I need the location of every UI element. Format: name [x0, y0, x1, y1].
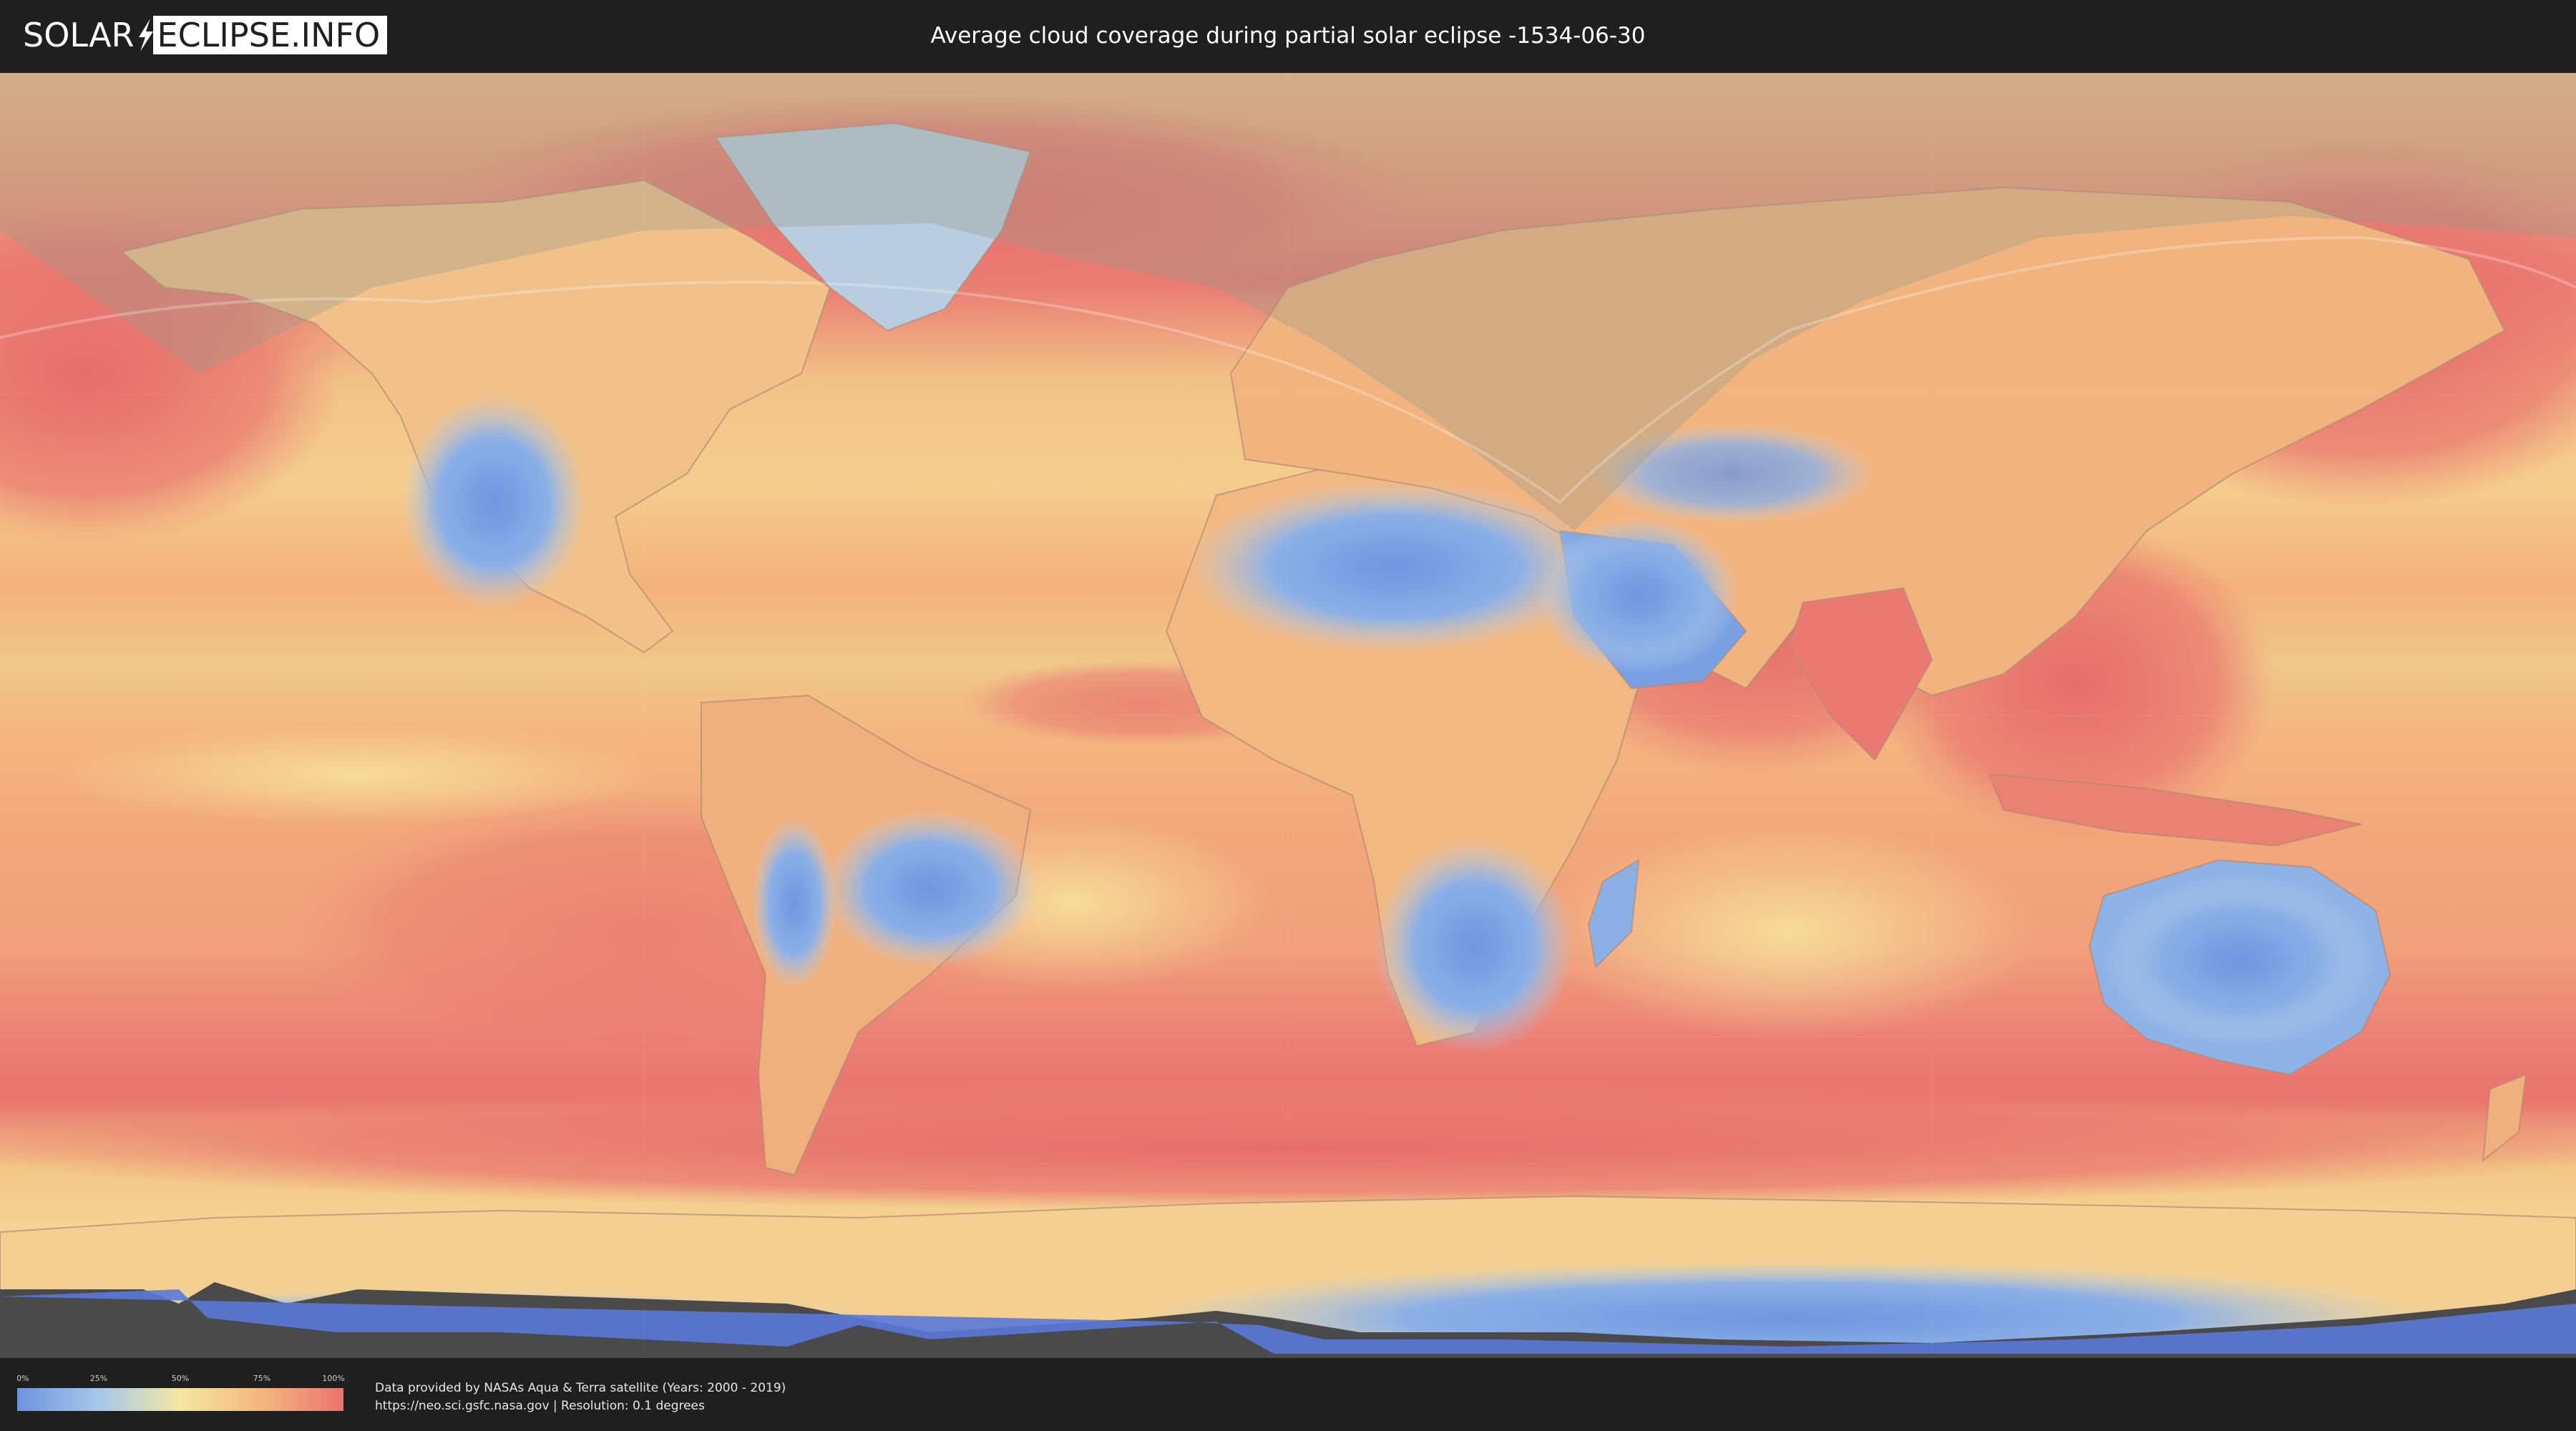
andes-clear-sky [751, 817, 837, 989]
legend-tick-100: 100% [322, 1374, 345, 1383]
world-map-canvas [0, 73, 2576, 1358]
eclipse-spark-icon [138, 19, 153, 52]
footer-bar: 0% 25% 50% 75% 100% Data provided by NAS… [0, 1358, 2576, 1431]
page-title: Average cloud coverage during partial so… [930, 23, 1646, 49]
credit-line-source: Data provided by NASAs Aqua & Terra sate… [375, 1381, 786, 1395]
australia-clear-sky [2104, 874, 2376, 1046]
cloud-coverage-map[interactable] [0, 73, 2576, 1358]
southwest-us-clear-sky [401, 395, 587, 610]
legend-ticks: 0% 25% 50% 75% 100% [16, 1374, 345, 1385]
legend-tick-75: 75% [253, 1374, 271, 1383]
credit-line-url[interactable]: https://neo.sci.gsfc.nasa.gov | Resoluti… [375, 1397, 786, 1415]
header-bar: SOLAR ECLIPSE.INFO Average cloud coverag… [0, 0, 2576, 72]
cloud-coverage-legend: 0% 25% 50% 75% 100% [16, 1374, 345, 1411]
legend-tick-25: 25% [89, 1374, 108, 1383]
southern-africa-clear-sky [1374, 839, 1574, 1053]
legend-tick-50: 50% [171, 1374, 190, 1383]
brazil-clear-sky [823, 810, 1038, 967]
arabia-clear-sky [1538, 517, 1739, 674]
subtropical-pacific-clear [57, 724, 658, 824]
legend-tick-0: 0% [16, 1374, 29, 1383]
page: SOLAR ECLIPSE.INFO Average cloud coverag… [0, 0, 2576, 1431]
sahara-clear-sky [1188, 481, 1603, 653]
data-credits: Data provided by NASAs Aqua & Terra sate… [375, 1379, 786, 1415]
legend-color-bar [17, 1388, 343, 1411]
